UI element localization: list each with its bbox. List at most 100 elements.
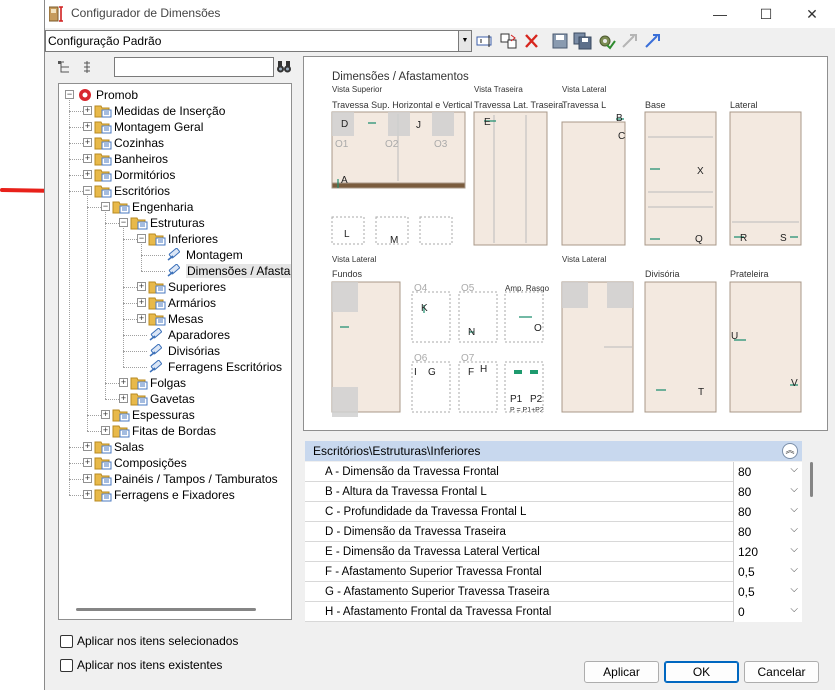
tree-node-salas[interactable]: + Salas <box>59 439 291 455</box>
collapse-icon[interactable]: ︽ <box>782 443 798 459</box>
collapse-toggle-icon[interactable]: − <box>101 202 110 211</box>
expand-toggle-icon[interactable]: + <box>83 170 92 179</box>
save-icon[interactable] <box>550 32 570 50</box>
tree-node-paineis-tampos-tamburatos[interactable]: + Painéis / Tampos / Tamburatos <box>59 471 291 487</box>
chevron-down-icon[interactable]: ⌵ <box>790 544 798 555</box>
expand-toggle-icon[interactable]: + <box>83 442 92 451</box>
tree-node-folgas[interactable]: + Folgas <box>59 375 291 391</box>
copy-config-icon[interactable] <box>499 32 519 50</box>
expand-toggle-icon[interactable]: + <box>101 426 110 435</box>
tree-node-composicoes[interactable]: + Composições <box>59 455 291 471</box>
properties-scrollbar[interactable] <box>810 462 813 497</box>
expand-toggle-icon[interactable]: + <box>83 458 92 467</box>
chevron-down-icon[interactable]: ⌵ <box>790 504 798 515</box>
tree-connector <box>123 367 147 368</box>
save-all-icon[interactable] <box>573 32 593 50</box>
tree-node-banheiros[interactable]: + Banheiros <box>59 151 291 167</box>
tree-node-mesas[interactable]: + Mesas <box>59 311 291 327</box>
tree-node-cozinhas[interactable]: + Cozinhas <box>59 135 291 151</box>
chevron-down-icon[interactable]: ⌵ <box>790 604 798 615</box>
collapse-toggle-icon[interactable]: − <box>119 218 128 227</box>
tree-node-escritorios[interactable]: − Escritórios <box>59 183 291 199</box>
minimize-button[interactable]: — <box>697 0 743 28</box>
property-row[interactable]: C - Profundidade da Travessa Frontal L 80… <box>305 502 802 522</box>
checkbox-box[interactable] <box>60 659 73 672</box>
tree-connector <box>69 463 83 464</box>
collapse-toggle-icon[interactable]: − <box>83 186 92 195</box>
category-tree[interactable]: − Promob + Medidas de Inserção + Montagem Ger… <box>58 83 292 620</box>
collapse-toggle-icon[interactable]: − <box>137 234 146 243</box>
property-row[interactable]: A - Dimensão da Travessa Frontal 80 ⌵ <box>305 462 802 482</box>
expand-toggle-icon[interactable]: + <box>119 394 128 403</box>
tree-node-engenharia[interactable]: − Engenharia <box>59 199 291 215</box>
collapse-toggle-icon[interactable]: − <box>65 90 74 99</box>
tree-node-superiores[interactable]: + Superiores <box>59 279 291 295</box>
expand-toggle-icon[interactable]: + <box>83 138 92 147</box>
property-value-select[interactable]: 80 ⌵ <box>733 462 802 482</box>
property-value-select[interactable]: 80 ⌵ <box>733 482 802 502</box>
property-row[interactable]: B - Altura da Travessa Frontal L 80 ⌵ <box>305 482 802 502</box>
maximize-button[interactable]: ☐ <box>743 0 789 28</box>
chevron-down-icon[interactable]: ⌵ <box>790 484 798 495</box>
delete-icon[interactable] <box>522 32 542 50</box>
tree-connector <box>69 159 83 160</box>
tree-search-input[interactable] <box>114 57 274 77</box>
tree-horizontal-scrollbar[interactable] <box>76 608 256 611</box>
close-button[interactable]: ✕ <box>789 0 835 28</box>
property-value-select[interactable]: 0,5 ⌵ <box>733 582 802 602</box>
tree-node-fitas-de-bordas[interactable]: + Fitas de Bordas <box>59 423 291 439</box>
configuration-select[interactable]: Configuração Padrão ▼ <box>45 30 472 52</box>
chevron-down-icon[interactable]: ⌵ <box>790 564 798 575</box>
ok-button[interactable]: OK <box>664 661 739 683</box>
property-value-select[interactable]: 0,5 ⌵ <box>733 562 802 582</box>
settings-check-icon[interactable] <box>596 32 616 50</box>
tree-node-divisorias[interactable]: Divisórias <box>59 343 291 359</box>
expand-toggle-icon[interactable]: + <box>137 298 146 307</box>
chevron-down-icon[interactable]: ⌵ <box>790 584 798 595</box>
checkbox-box[interactable] <box>60 635 73 648</box>
expand-toggle-icon[interactable]: + <box>83 474 92 483</box>
property-row[interactable]: G - Afastamento Superior Travessa Trasei… <box>305 582 802 602</box>
tree-node-estruturas[interactable]: − Estruturas <box>59 215 291 231</box>
property-value-select[interactable]: 0 ⌵ <box>733 602 802 622</box>
expand-toggle-icon[interactable]: + <box>83 154 92 163</box>
chevron-down-icon[interactable]: ⌵ <box>790 524 798 535</box>
rename-icon[interactable] <box>475 32 495 50</box>
expand-toggle-icon[interactable]: + <box>83 106 92 115</box>
expand-toggle-icon[interactable]: + <box>137 314 146 323</box>
tree-node-promob[interactable]: − Promob <box>59 87 291 103</box>
tree-node-montagem-geral[interactable]: + Montagem Geral <box>59 119 291 135</box>
property-row[interactable]: D - Dimensão da Travessa Traseira 80 ⌵ <box>305 522 802 542</box>
import-icon[interactable] <box>620 32 640 50</box>
tree-node-ferragens-escritorios[interactable]: Ferragens Escritórios <box>59 359 291 375</box>
expand-toggle-icon[interactable]: + <box>101 410 110 419</box>
tree-node-gavetas[interactable]: + Gavetas <box>59 391 291 407</box>
expand-tree-icon[interactable] <box>57 60 73 74</box>
tree-node-armarios[interactable]: + Armários <box>59 295 291 311</box>
property-value-select[interactable]: 120 ⌵ <box>733 542 802 562</box>
property-row[interactable]: E - Dimensão da Travessa Lateral Vertica… <box>305 542 802 562</box>
apply-button[interactable]: Aplicar <box>584 661 659 683</box>
binoculars-icon[interactable] <box>276 59 292 75</box>
tree-node-inferiores[interactable]: − Inferiores <box>59 231 291 247</box>
tree-node-medidas-de-insercao[interactable]: + Medidas de Inserção <box>59 103 291 119</box>
property-row[interactable]: H - Afastamento Frontal da Travessa Fron… <box>305 602 802 622</box>
tree-node-montagem[interactable]: Montagem <box>59 247 291 263</box>
tree-node-espessuras[interactable]: + Espessuras <box>59 407 291 423</box>
property-value-select[interactable]: 80 ⌵ <box>733 502 802 522</box>
chevron-down-icon[interactable]: ⌵ <box>790 464 798 475</box>
property-value-select[interactable]: 80 ⌵ <box>733 522 802 542</box>
expand-toggle-icon[interactable]: + <box>137 282 146 291</box>
cancel-button[interactable]: Cancelar <box>744 661 819 683</box>
chevron-down-icon[interactable]: ▼ <box>458 31 471 51</box>
tree-node-aparadores[interactable]: Aparadores <box>59 327 291 343</box>
collapse-tree-icon[interactable] <box>81 60 93 74</box>
expand-toggle-icon[interactable]: + <box>119 378 128 387</box>
expand-toggle-icon[interactable]: + <box>83 122 92 131</box>
export-icon[interactable] <box>643 32 663 50</box>
tree-node-dimensoes-afastamentos[interactable]: Dimensões / Afastamentos <box>59 263 291 279</box>
tree-node-ferragens-e-fixadores[interactable]: + Ferragens e Fixadores <box>59 487 291 503</box>
property-row[interactable]: F - Afastamento Superior Travessa Fronta… <box>305 562 802 582</box>
tree-node-dormitorios[interactable]: + Dormitórios <box>59 167 291 183</box>
expand-toggle-icon[interactable]: + <box>83 490 92 499</box>
